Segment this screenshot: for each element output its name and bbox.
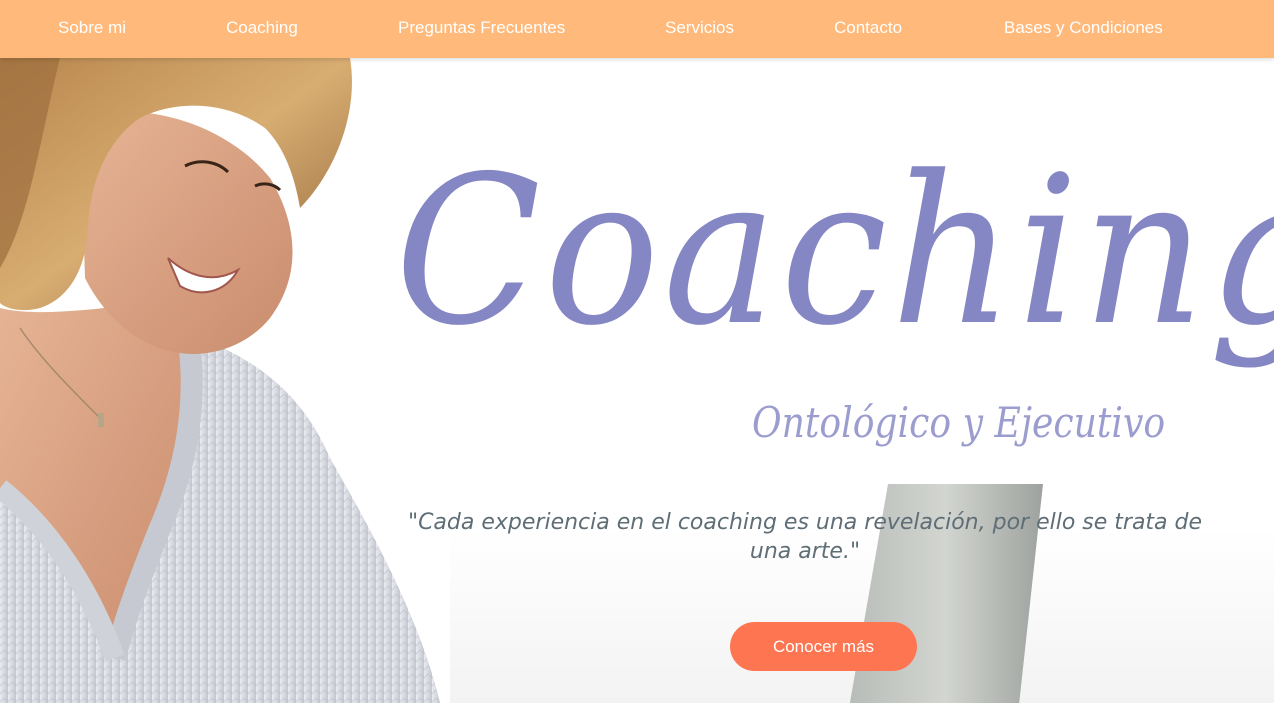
conocer-mas-button[interactable]: Conocer más [730, 622, 917, 671]
nav-item-coaching[interactable]: Coaching [226, 0, 298, 58]
top-navigation: Sobre mi Coaching Preguntas Frecuentes S… [0, 0, 1274, 58]
nav-item-sobre-mi[interactable]: Sobre mi [58, 0, 126, 58]
nav-item-contacto[interactable]: Contacto [834, 0, 902, 58]
nav-item-servicios[interactable]: Servicios [665, 0, 734, 58]
hero-subtitle: Ontológico y Ejecutivo [752, 398, 1166, 447]
hero-title: Coaching [395, 133, 1274, 371]
nav-item-bases-y-condiciones[interactable]: Bases y Condiciones [1004, 0, 1163, 58]
hero-portrait-image [0, 58, 450, 703]
page: Sobre mi Coaching Preguntas Frecuentes S… [0, 0, 1274, 703]
nav-item-preguntas-frecuentes[interactable]: Preguntas Frecuentes [398, 0, 565, 58]
hero-quote: "Cada experiencia en el coaching es una … [407, 510, 1203, 564]
